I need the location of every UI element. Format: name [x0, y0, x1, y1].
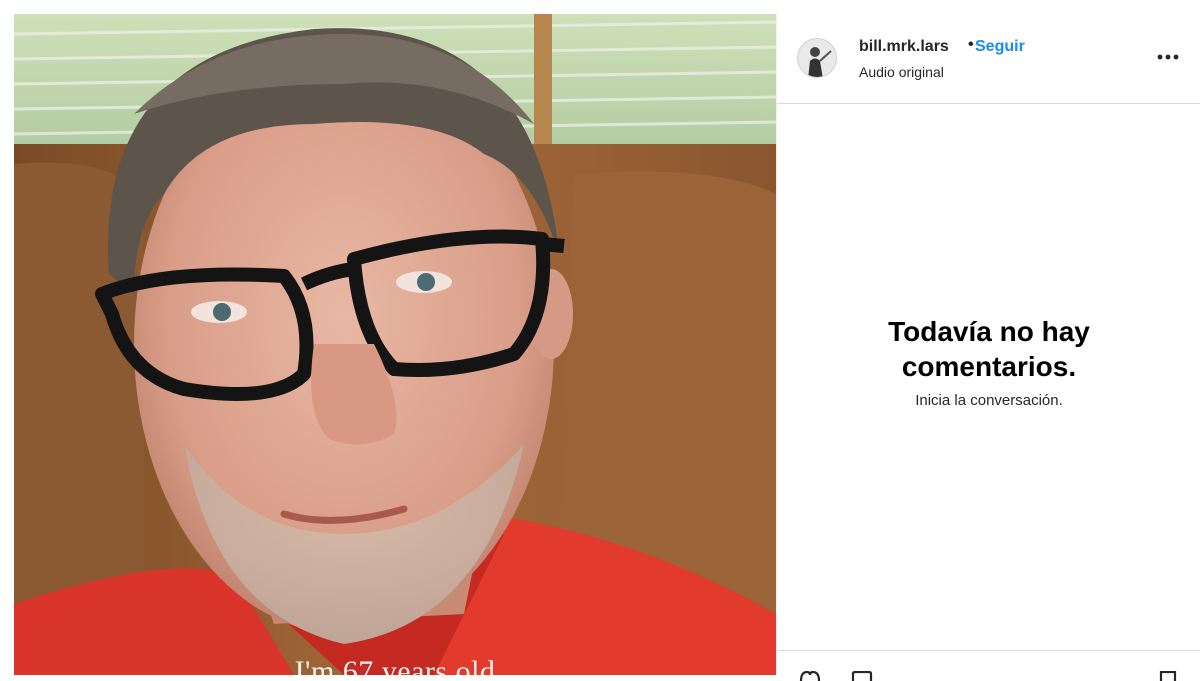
more-options-icon [1157, 54, 1179, 60]
page-backdrop [0, 0, 14, 675]
action-bar [777, 650, 1200, 681]
empty-comments: Todavía no hay comentarios. Inicia la co… [777, 314, 1200, 409]
bookmark-icon[interactable] [1157, 671, 1179, 681]
empty-comments-title: Todavía no hay comentarios. [888, 316, 1090, 382]
avatar-image [798, 39, 836, 77]
separator-dot: • [968, 36, 974, 53]
username-link[interactable]: bill.mrk.lars [859, 38, 949, 56]
reel-video[interactable]: I'm 67 years old [14, 14, 776, 675]
avatar[interactable] [797, 38, 837, 78]
more-options-button[interactable] [1152, 44, 1184, 70]
follow-button[interactable]: Seguir [975, 38, 1025, 56]
video-caption: I'm 67 years old [294, 655, 496, 675]
comments-panel: bill.mrk.lars • Seguir Audio original To… [776, 14, 1200, 681]
empty-comments-subtitle: Inicia la conversación. [915, 392, 1063, 409]
post-header: bill.mrk.lars • Seguir Audio original [777, 14, 1200, 104]
video-frame [14, 14, 776, 675]
heart-icon[interactable] [799, 671, 821, 681]
comment-icon[interactable] [851, 671, 873, 681]
audio-link[interactable]: Audio original [859, 64, 944, 80]
